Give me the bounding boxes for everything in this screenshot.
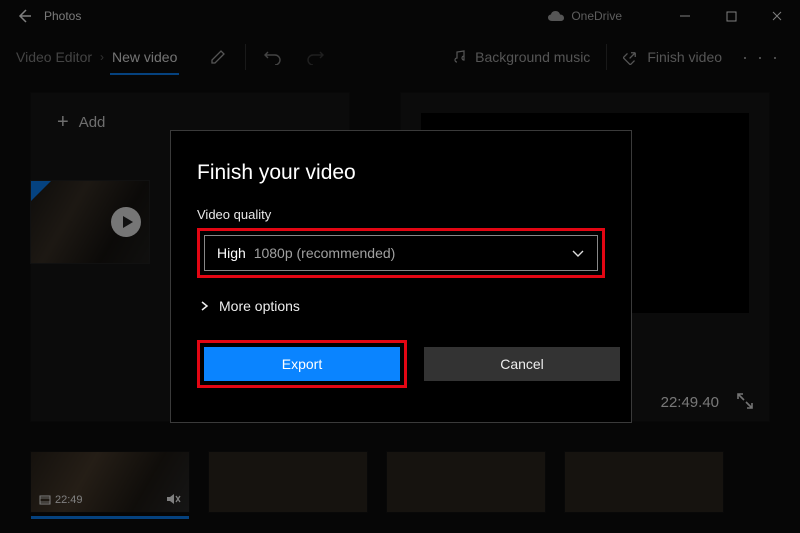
storyboard-empty-slot[interactable]	[386, 451, 546, 513]
breadcrumb-root[interactable]: Video Editor	[10, 49, 98, 65]
more-options-label: More options	[219, 298, 300, 314]
clip-duration-text: 22:49	[55, 494, 83, 506]
background-music-button[interactable]: Background music	[441, 49, 600, 65]
storyboard: 22:49	[30, 451, 770, 521]
selected-corner-icon	[31, 181, 51, 201]
window-controls	[662, 0, 800, 32]
onedrive-status[interactable]: OneDrive	[547, 9, 622, 23]
undo-button[interactable]	[252, 37, 294, 77]
back-button[interactable]	[8, 0, 40, 32]
minimize-button[interactable]	[662, 0, 708, 32]
export-button-label: Export	[282, 356, 322, 372]
mute-icon	[165, 492, 181, 506]
music-icon	[451, 49, 467, 65]
chevron-right-icon	[199, 300, 209, 312]
add-label: Add	[79, 114, 106, 131]
breadcrumb-current[interactable]: New video	[106, 49, 183, 65]
titlebar: Photos OneDrive	[0, 0, 800, 32]
close-button[interactable]	[754, 0, 800, 32]
export-icon	[623, 49, 639, 65]
finish-video-button[interactable]: Finish video	[613, 49, 732, 65]
editor-toolbar: Video Editor › New video Background musi…	[0, 32, 800, 82]
library-clip-thumbnail[interactable]	[30, 180, 150, 264]
video-quality-label: Video quality	[197, 207, 605, 222]
cloud-label: OneDrive	[571, 9, 622, 23]
cancel-wrap: Cancel	[417, 340, 627, 388]
quality-highlight: High 1080p (recommended)	[197, 228, 605, 278]
cloud-icon	[547, 10, 565, 22]
redo-button[interactable]	[294, 37, 336, 77]
storyboard-empty-slot[interactable]	[564, 451, 724, 513]
dialog-title: Finish your video	[197, 161, 605, 185]
cancel-button-label: Cancel	[500, 356, 544, 372]
chevron-down-icon	[571, 248, 585, 258]
dialog-button-row: Export Cancel	[197, 340, 605, 388]
app-title: Photos	[44, 9, 81, 23]
plus-icon: +	[57, 111, 69, 134]
video-quality-select[interactable]: High 1080p (recommended)	[204, 235, 598, 271]
clip-duration-badge: 22:49	[39, 494, 83, 506]
preview-timecode: 22:49.40	[661, 394, 719, 411]
finish-video-dialog: Finish your video Video quality High 108…	[170, 130, 632, 423]
finish-video-label: Finish video	[647, 49, 722, 65]
more-options-toggle[interactable]: More options	[197, 298, 605, 314]
export-button[interactable]: Export	[204, 347, 400, 381]
storyboard-empty-slot[interactable]	[208, 451, 368, 513]
quality-value-rest: 1080p (recommended)	[254, 245, 396, 261]
export-highlight: Export	[197, 340, 407, 388]
play-icon	[111, 207, 141, 237]
more-button[interactable]: · · ·	[732, 47, 790, 68]
quality-value-strong: High	[217, 245, 246, 261]
cancel-button[interactable]: Cancel	[424, 347, 620, 381]
film-icon	[39, 495, 51, 505]
maximize-button[interactable]	[708, 0, 754, 32]
fullscreen-button[interactable]	[735, 391, 757, 413]
rename-button[interactable]	[197, 37, 239, 77]
storyboard-clip[interactable]: 22:49	[30, 451, 190, 513]
chevron-right-icon: ›	[98, 50, 106, 64]
background-music-label: Background music	[475, 49, 590, 65]
